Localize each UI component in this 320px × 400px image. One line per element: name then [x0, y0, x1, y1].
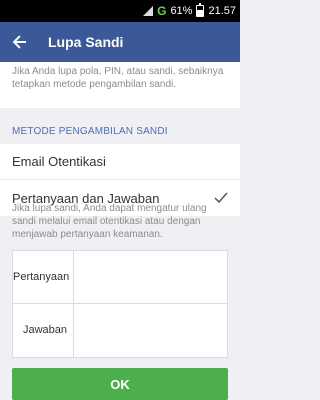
app-bar: Lupa Sandi — [0, 22, 240, 62]
network-type: G — [157, 4, 167, 18]
ok-button[interactable]: OK — [12, 368, 228, 400]
question-label: Pertanyaan — [13, 251, 74, 303]
back-button[interactable] — [0, 22, 40, 62]
option-email-otentikasi[interactable]: Email Otentikasi — [0, 144, 240, 180]
section-title: METODE PENGAMBILAN SANDI — [12, 126, 168, 137]
battery-icon — [196, 3, 205, 17]
answer-field[interactable] — [74, 304, 228, 357]
help-text: Jika lupa sandi, Anda dapat mengatur ula… — [12, 203, 207, 240]
intro-text: Jika Anda lupa pola, PIN, atau sandi, se… — [0, 62, 240, 108]
answer-row: Jawaban — [13, 304, 228, 357]
question-row: Pertanyaan — [13, 251, 228, 304]
qa-form: Pertanyaan Jawaban — [12, 250, 228, 358]
arrow-left-icon — [12, 35, 26, 49]
question-field[interactable] — [74, 251, 228, 303]
answer-label: Jawaban — [13, 304, 74, 357]
battery-percent: 61% — [170, 5, 193, 17]
signal-icon — [143, 6, 154, 16]
status-bar: G 61% 21.57 — [0, 0, 240, 22]
page-title: Lupa Sandi — [48, 34, 124, 50]
clock: 21.57 — [208, 5, 236, 17]
option-label: Email Otentikasi — [12, 154, 106, 169]
